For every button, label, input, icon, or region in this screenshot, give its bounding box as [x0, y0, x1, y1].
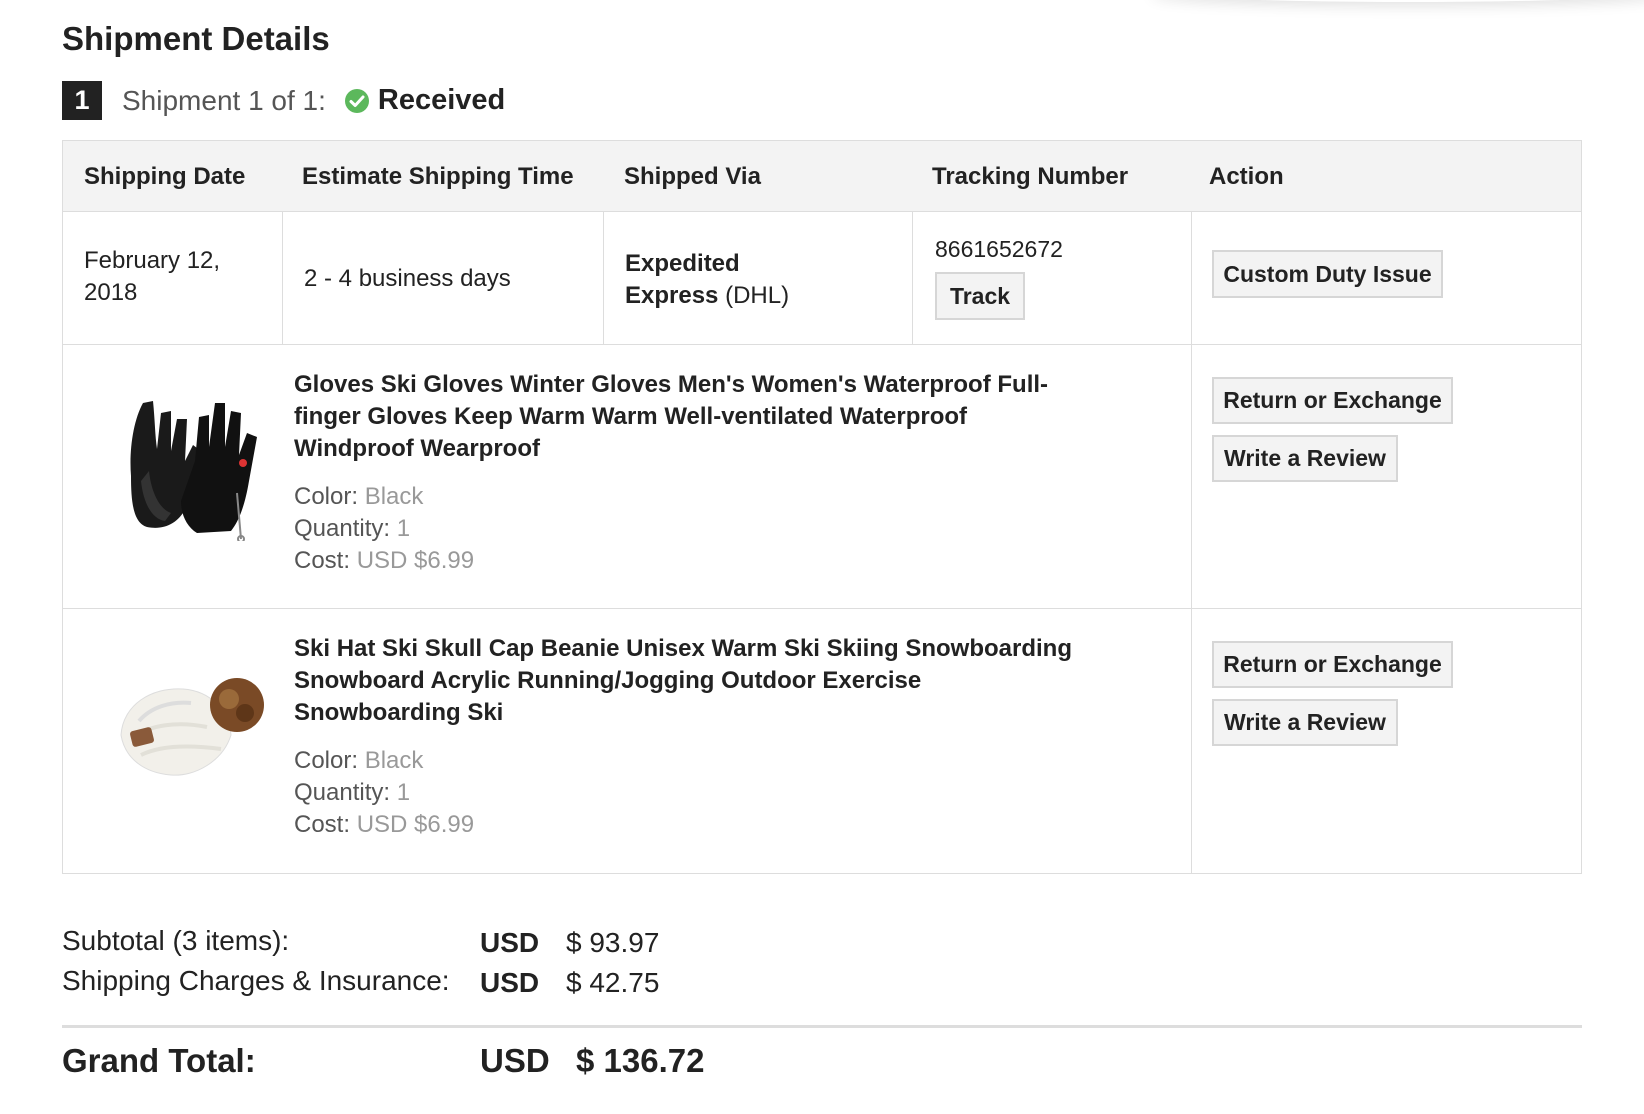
page-title: Shipment Details [62, 20, 330, 57]
item-details: Color: Black Quantity: 1 Cost: USD $6.99 [294, 483, 475, 574]
subtotal-value: $ 93.97 [566, 927, 660, 958]
item-quantity: 1 [396, 515, 411, 542]
return-or-exchange-button[interactable]: Return or Exchange [1212, 377, 1453, 424]
item-color: Black [364, 747, 424, 774]
table-header: Shipping Date Estimate Shipping Time Shi… [63, 141, 1581, 212]
shipment-number-badge: 1 [62, 81, 102, 120]
column-divider [912, 212, 913, 345]
grand-total-currency: USD [480, 1042, 550, 1079]
header-action: Action [1209, 162, 1284, 190]
header-shipped-via: Shipped Via [624, 162, 761, 190]
item-color: Black [364, 483, 424, 510]
column-divider [1191, 609, 1192, 873]
totals-divider [62, 1025, 1582, 1028]
top-panel-shadow [1150, 0, 1644, 2]
order-item-row: Gloves Ski Gloves Winter Gloves Men's Wo… [63, 345, 1581, 609]
write-review-button[interactable]: Write a Review [1212, 699, 1398, 746]
column-divider [1191, 345, 1192, 609]
custom-duty-issue-button[interactable]: Custom Duty Issue [1212, 250, 1443, 298]
order-item-row: Ski Hat Ski Skull Cap Beanie Unisex Warm… [63, 609, 1581, 873]
shipping-date-value: February 12, 2018 [84, 247, 221, 306]
item-title[interactable]: Ski Hat Ski Skull Cap Beanie Unisex Warm… [294, 633, 1074, 729]
shipment-count-label: Shipment 1 of 1: [122, 84, 326, 116]
check-circle-icon [344, 88, 370, 114]
shipment-status-text: Received [377, 84, 506, 116]
column-divider [1191, 212, 1192, 345]
item-title[interactable]: Gloves Ski Gloves Winter Gloves Men's Wo… [294, 369, 1074, 465]
subtotal-currency: USD [480, 927, 540, 958]
return-or-exchange-button[interactable]: Return or Exchange [1212, 641, 1453, 688]
tracking-number-value: 8661652672 [935, 236, 1063, 262]
column-divider [603, 212, 604, 345]
item-cost: USD $6.99 [356, 547, 475, 574]
shipment-table: Shipping Date Estimate Shipping Time Shi… [62, 140, 1582, 874]
table-row: February 12, 2018 2 - 4 business days Ex… [63, 212, 1581, 345]
shipping-charges-value: $ 42.75 [566, 967, 660, 998]
subtotal-label: Subtotal (3 items): [62, 925, 290, 956]
item-quantity: 1 [396, 779, 411, 806]
item-details: Color: Black Quantity: 1 Cost: USD $6.99 [294, 747, 475, 838]
item-cost: USD $6.99 [356, 811, 475, 838]
header-estimate-time: Estimate Shipping Time [302, 162, 574, 190]
write-review-button[interactable]: Write a Review [1212, 435, 1398, 482]
track-button[interactable]: Track [935, 272, 1025, 320]
header-shipping-date: Shipping Date [84, 162, 246, 190]
shipping-charges-label: Shipping Charges & Insurance: [62, 965, 450, 996]
shipment-status-line: 1 Shipment 1 of 1: Received [62, 81, 505, 120]
beanie-image[interactable] [111, 645, 271, 805]
shipped-via-value: Expedited Express (DHL) [625, 250, 790, 309]
grand-total-label: Grand Total: [62, 1042, 256, 1079]
header-tracking-number: Tracking Number [932, 162, 1129, 190]
gloves-image[interactable] [111, 381, 271, 543]
estimate-time-value: 2 - 4 business days [304, 265, 511, 292]
grand-total-value: $ 136.72 [576, 1042, 705, 1079]
shipping-currency: USD [480, 967, 540, 998]
